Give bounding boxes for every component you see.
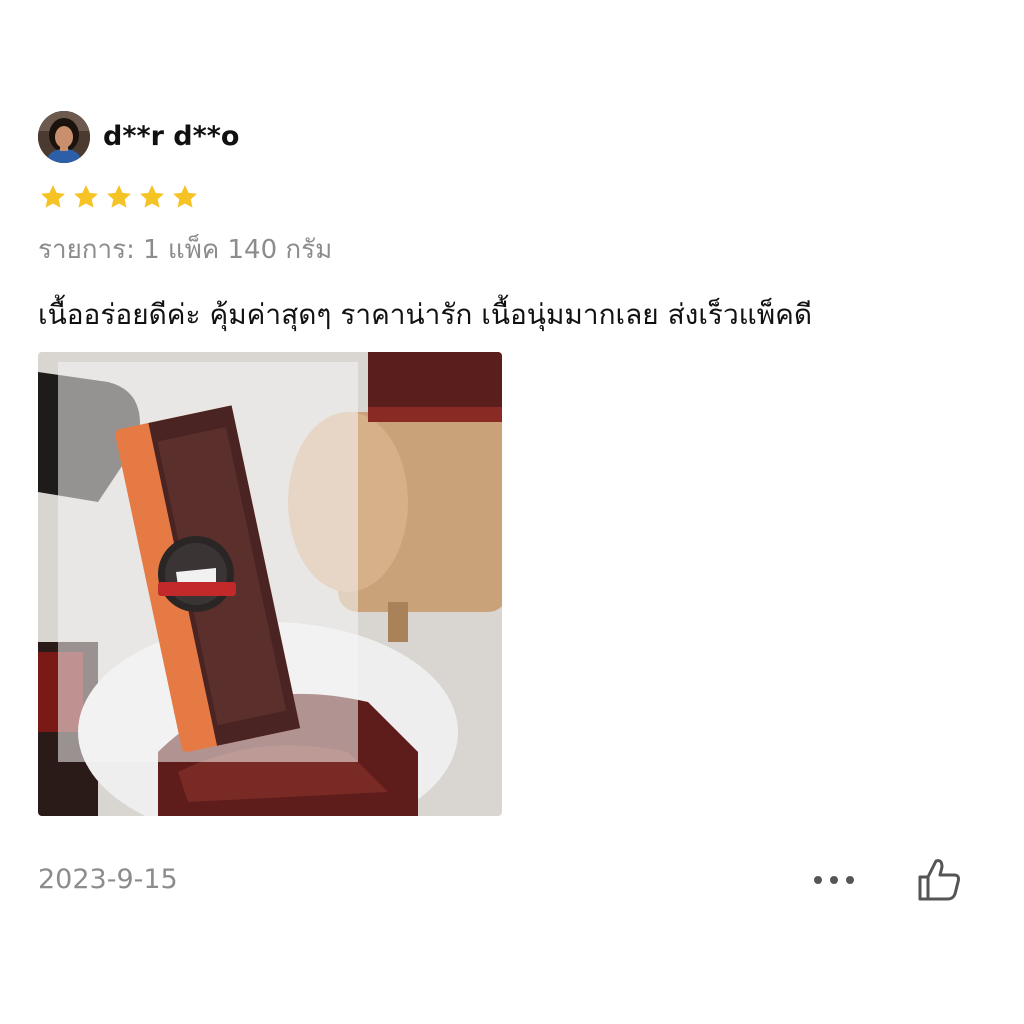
like-button[interactable] (912, 853, 966, 907)
rating-stars (38, 182, 200, 212)
review-date: 2023-9-15 (38, 864, 178, 895)
avatar[interactable] (38, 111, 90, 163)
star-icon (104, 182, 134, 212)
review-photo[interactable] (38, 352, 502, 816)
thumbs-up-icon (918, 859, 960, 901)
variant-label: รายการ: 1 แพ็ค 140 กรัม (38, 235, 333, 265)
review-card: d**r d**o รายการ: 1 แพ็ค 140 กรัม เนื้ออ… (0, 0, 1024, 1024)
star-icon (71, 182, 101, 212)
more-options-button[interactable] (808, 862, 860, 898)
star-icon (137, 182, 167, 212)
star-icon (38, 182, 68, 212)
review-comment: เนื้ออร่อยดีค่ะ คุ้มค่าสุดๆ ราคาน่ารัก เ… (38, 298, 813, 331)
more-dots-icon (814, 876, 854, 884)
reviewer-name: d**r d**o (103, 121, 240, 152)
star-icon (170, 182, 200, 212)
